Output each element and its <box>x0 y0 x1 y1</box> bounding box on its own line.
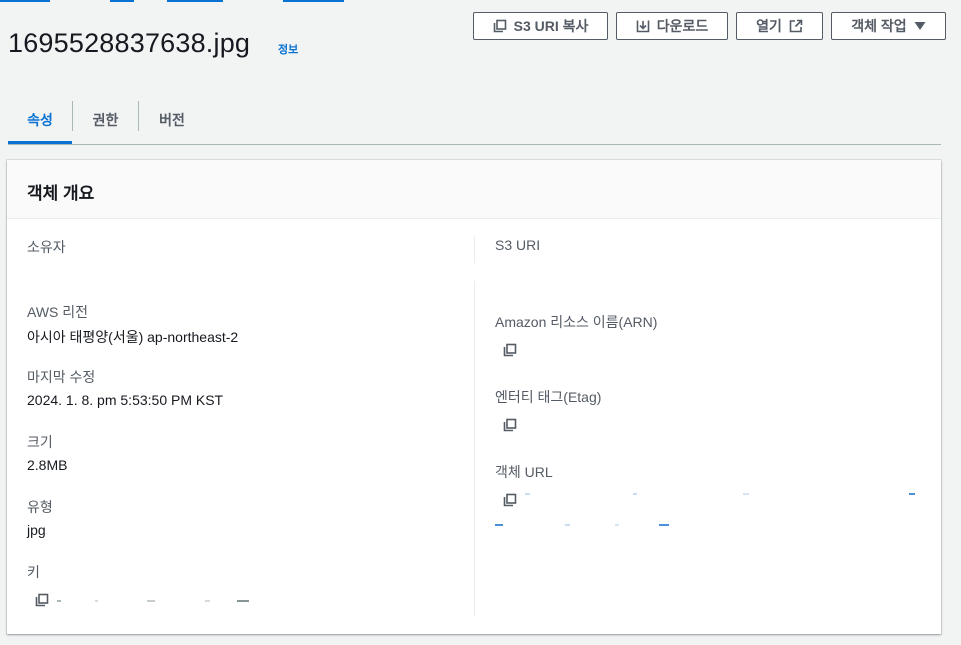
object-actions-button[interactable]: 객체 작업 <box>831 12 946 40</box>
size-value: 2.8MB <box>27 457 68 473</box>
last-modified-label: 마지막 수정 <box>27 369 96 385</box>
object-actions-label: 객체 작업 <box>851 18 907 34</box>
breadcrumb-link[interactable] <box>0 0 50 2</box>
caret-down-icon <box>914 22 926 30</box>
copy-icon[interactable] <box>503 418 517 432</box>
column-divider <box>474 281 475 616</box>
info-link[interactable]: 정보 <box>278 41 298 57</box>
etag-label: 엔터티 태그(Etag) <box>495 389 602 405</box>
region-label: AWS 리전 <box>27 304 89 320</box>
key-label: 키 <box>27 564 40 580</box>
copy-icon <box>493 19 506 33</box>
breadcrumb-link[interactable] <box>110 0 134 2</box>
copy-icon[interactable] <box>35 593 49 607</box>
object-url-redacted[interactable] <box>523 493 918 496</box>
external-link-icon <box>789 19 803 33</box>
download-icon <box>636 20 650 33</box>
size-label: 크기 <box>27 434 53 450</box>
copy-icon[interactable] <box>503 493 517 507</box>
download-label: 다운로드 <box>656 18 709 34</box>
download-button[interactable]: 다운로드 <box>616 12 728 40</box>
object-url-label: 객체 URL <box>495 464 553 480</box>
copy-icon[interactable] <box>503 343 517 357</box>
object-url-redacted-line[interactable] <box>495 524 675 527</box>
type-value: jpg <box>27 522 46 538</box>
copy-s3-uri-label: S3 URI 복사 <box>513 18 589 34</box>
type-label: 유형 <box>27 499 53 515</box>
arn-label: Amazon 리소스 이름(ARN) <box>495 314 658 330</box>
breadcrumb-link[interactable] <box>283 0 344 2</box>
key-value-redacted <box>55 600 251 603</box>
column-divider <box>474 236 475 263</box>
last-modified-value: 2024. 1. 8. pm 5:53:50 PM KST <box>27 392 224 408</box>
tab-versions[interactable]: 버전 <box>139 96 205 143</box>
copy-s3-uri-button[interactable]: S3 URI 복사 <box>473 12 608 40</box>
page-title: 1695528837638.jpg <box>8 28 251 58</box>
s3-uri-label: S3 URI <box>495 237 541 253</box>
tab-permissions[interactable]: 권한 <box>73 96 138 143</box>
tab-properties[interactable]: 속성 <box>8 96 72 144</box>
region-value: 아시아 태평양(서울) ap-northeast-2 <box>27 329 239 345</box>
object-overview-panel: 객체 개요 소유자 AWS 리전 아시아 태평양(서울) ap-northeas… <box>7 160 941 634</box>
panel-header: 객체 개요 <box>7 160 941 219</box>
open-button[interactable]: 열기 <box>736 12 823 40</box>
breadcrumb[interactable] <box>0 0 400 3</box>
panel-title: 객체 개요 <box>27 184 95 203</box>
owner-label: 소유자 <box>27 239 66 255</box>
open-label: 열기 <box>756 18 782 34</box>
tab-bar: 속성 권한 버전 <box>8 96 941 145</box>
breadcrumb-link[interactable] <box>167 0 223 2</box>
